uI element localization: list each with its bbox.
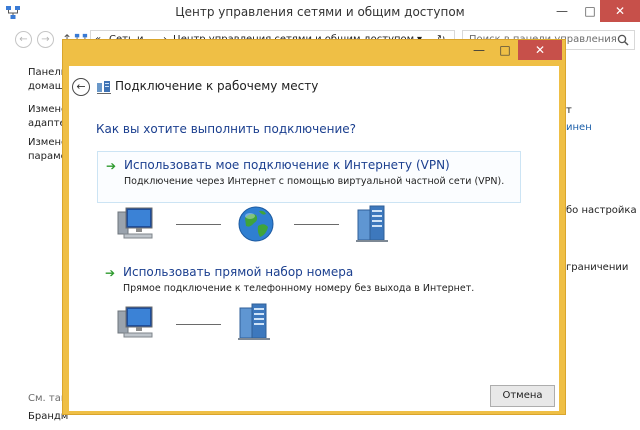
window-titlebar: Центр управления сетями и общим доступом… bbox=[0, 0, 640, 26]
connection-line bbox=[294, 224, 339, 225]
option-dialup-description: Прямое подключение к телефонному номеру … bbox=[123, 283, 475, 294]
right-text-3: граничении bbox=[566, 262, 629, 273]
forward-button[interactable]: → bbox=[37, 31, 54, 48]
connect-workplace-dialog: — □ ✕ ← Подключение к рабочему месту Как… bbox=[62, 39, 566, 415]
arrow-right-icon: ➔ bbox=[106, 159, 117, 173]
dialog-title: Подключение к рабочему месту bbox=[115, 79, 319, 93]
option-vpn-description: Подключение через Интернет с помощью вир… bbox=[124, 176, 505, 187]
question-heading: Как вы хотите выполнить подключение? bbox=[96, 122, 357, 136]
server-icon bbox=[356, 205, 388, 242]
right-text-1: т bbox=[566, 105, 572, 116]
dialog-close-button[interactable]: ✕ bbox=[518, 40, 562, 60]
computer-icon bbox=[117, 306, 153, 338]
globe-icon bbox=[238, 206, 274, 242]
window-title: Центр управления сетями и общим доступом bbox=[175, 5, 465, 19]
back-button[interactable]: ← bbox=[15, 31, 32, 48]
sidebar-link-home[interactable]: Панель bbox=[28, 67, 67, 78]
dialog-header: ← Подключение к рабочему месту bbox=[69, 66, 559, 106]
dialog-body: ← Подключение к рабочему месту Как вы хо… bbox=[69, 66, 559, 411]
dialog-titlebar: — □ ✕ bbox=[63, 40, 565, 66]
dialog-back-button[interactable]: ← bbox=[72, 78, 90, 96]
sidebar-link-home-line2[interactable]: домаш bbox=[28, 81, 64, 92]
search-icon[interactable] bbox=[617, 34, 629, 46]
option-dialup-title[interactable]: Использовать прямой набор номера bbox=[123, 265, 353, 279]
connection-line bbox=[176, 324, 221, 325]
dialog-maximize-button[interactable]: □ bbox=[492, 40, 518, 60]
option-dialup[interactable]: ➔ Использовать прямой набор номера Прямо… bbox=[97, 259, 521, 311]
cancel-button[interactable]: Отмена bbox=[490, 385, 555, 407]
server-icon bbox=[238, 303, 270, 340]
close-button[interactable]: ✕ bbox=[600, 0, 640, 22]
computer-icon bbox=[117, 207, 153, 239]
arrow-right-icon: ➔ bbox=[105, 266, 116, 280]
option-vpn[interactable]: ➔ Использовать мое подключение к Интерне… bbox=[97, 151, 521, 203]
minimize-button[interactable]: — bbox=[548, 0, 576, 22]
connection-line bbox=[176, 224, 221, 225]
right-text-2: бо настройка bbox=[566, 205, 637, 216]
network-icon bbox=[97, 81, 111, 94]
right-link-1[interactable]: инен bbox=[566, 122, 592, 133]
dialog-minimize-button[interactable]: — bbox=[466, 40, 492, 60]
option-vpn-title[interactable]: Использовать мое подключение к Интернету… bbox=[124, 158, 450, 172]
